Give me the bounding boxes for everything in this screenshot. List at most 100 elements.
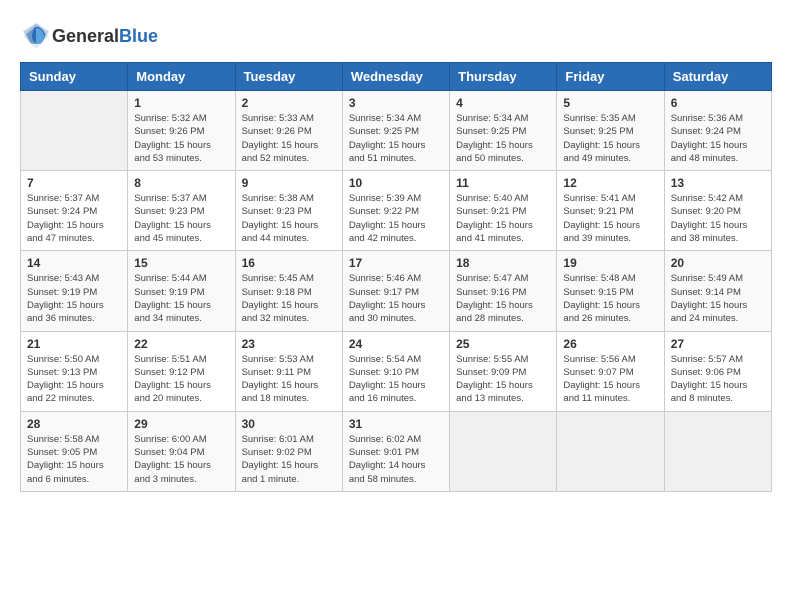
- day-number: 13: [671, 176, 765, 190]
- day-number: 2: [242, 96, 336, 110]
- calendar-cell: 25Sunrise: 5:55 AM Sunset: 9:09 PM Dayli…: [450, 331, 557, 411]
- calendar-cell: 9 Sunrise: 5:38 AM Sunset: 9:23 PM Daylig…: [235, 171, 342, 251]
- weekday-header-thursday: Thursday: [450, 63, 557, 91]
- weekday-header-wednesday: Wednesday: [342, 63, 449, 91]
- day-info: Sunrise: 5:51 AM Sunset: 9:12 PM Dayligh…: [134, 353, 228, 406]
- day-info: Sunrise: 5:39 AM Sunset: 9:22 PM Dayligh…: [349, 192, 443, 245]
- day-info: Sunrise: 5:53 AM Sunset: 9:11 PM Dayligh…: [242, 353, 336, 406]
- day-info: Sunrise: 5:44 AM Sunset: 9:19 PM Dayligh…: [134, 272, 228, 325]
- day-info: Sunrise: 5:49 AM Sunset: 9:14 PM Dayligh…: [671, 272, 765, 325]
- calendar-cell: 12 Sunrise: 5:41 AM Sunset: 9:21 PM Dayli…: [557, 171, 664, 251]
- calendar-cell: 4Sunrise: 5:34 AM Sunset: 9:25 PM Daylig…: [450, 91, 557, 171]
- calendar-cell: 11 Sunrise: 5:40 AM Sunset: 9:21 PM Dayli…: [450, 171, 557, 251]
- calendar-cell: 20 Sunrise: 5:49 AM Sunset: 9:14 PM Dayli…: [664, 251, 771, 331]
- day-info: Sunrise: 6:01 AM Sunset: 9:02 PM Dayligh…: [242, 433, 336, 486]
- day-number: 21: [27, 337, 121, 351]
- day-info: Sunrise: 5:33 AM Sunset: 9:26 PM Dayligh…: [242, 112, 336, 165]
- day-info: Sunrise: 5:48 AM Sunset: 9:15 PM Dayligh…: [563, 272, 657, 325]
- calendar-cell: 8 Sunrise: 5:37 AM Sunset: 9:23 PM Daylig…: [128, 171, 235, 251]
- calendar-cell: 5Sunrise: 5:35 AM Sunset: 9:25 PM Daylig…: [557, 91, 664, 171]
- day-number: 9: [242, 176, 336, 190]
- day-number: 31: [349, 417, 443, 431]
- calendar-cell: 6 Sunrise: 5:36 AM Sunset: 9:24 PM Daylig…: [664, 91, 771, 171]
- weekday-header-row: SundayMondayTuesdayWednesdayThursdayFrid…: [21, 63, 772, 91]
- weekday-header-sunday: Sunday: [21, 63, 128, 91]
- day-info: Sunrise: 6:00 AM Sunset: 9:04 PM Dayligh…: [134, 433, 228, 486]
- day-info: Sunrise: 5:42 AM Sunset: 9:20 PM Dayligh…: [671, 192, 765, 245]
- day-info: Sunrise: 5:55 AM Sunset: 9:09 PM Dayligh…: [456, 353, 550, 406]
- day-info: Sunrise: 5:50 AM Sunset: 9:13 PM Dayligh…: [27, 353, 121, 406]
- page-header: General Blue: [20, 20, 772, 52]
- calendar-cell: [557, 411, 664, 491]
- day-info: Sunrise: 5:37 AM Sunset: 9:23 PM Dayligh…: [134, 192, 228, 245]
- calendar-cell: 13 Sunrise: 5:42 AM Sunset: 9:20 PM Dayli…: [664, 171, 771, 251]
- day-number: 27: [671, 337, 765, 351]
- day-info: Sunrise: 5:56 AM Sunset: 9:07 PM Dayligh…: [563, 353, 657, 406]
- week-row-3: 14 Sunrise: 5:43 AM Sunset: 9:19 PM Dayli…: [21, 251, 772, 331]
- calendar-cell: 24 Sunrise: 5:54 AM Sunset: 9:10 PM Dayli…: [342, 331, 449, 411]
- day-info: Sunrise: 5:32 AM Sunset: 9:26 PM Dayligh…: [134, 112, 228, 165]
- day-number: 7: [27, 176, 121, 190]
- day-number: 11: [456, 176, 550, 190]
- day-info: Sunrise: 5:40 AM Sunset: 9:21 PM Dayligh…: [456, 192, 550, 245]
- day-number: 16: [242, 256, 336, 270]
- day-number: 15: [134, 256, 228, 270]
- calendar-cell: 30Sunrise: 6:01 AM Sunset: 9:02 PM Dayli…: [235, 411, 342, 491]
- logo-blue: Blue: [119, 26, 158, 47]
- calendar-cell: 2 Sunrise: 5:33 AM Sunset: 9:26 PM Daylig…: [235, 91, 342, 171]
- calendar-cell: 16 Sunrise: 5:45 AM Sunset: 9:18 PM Dayli…: [235, 251, 342, 331]
- calendar-cell: 18Sunrise: 5:47 AM Sunset: 9:16 PM Dayli…: [450, 251, 557, 331]
- day-number: 19: [563, 256, 657, 270]
- calendar-table: SundayMondayTuesdayWednesdayThursdayFrid…: [20, 62, 772, 492]
- weekday-header-friday: Friday: [557, 63, 664, 91]
- calendar-cell: [450, 411, 557, 491]
- week-row-4: 21 Sunrise: 5:50 AM Sunset: 9:13 PM Dayli…: [21, 331, 772, 411]
- weekday-header-monday: Monday: [128, 63, 235, 91]
- day-number: 24: [349, 337, 443, 351]
- day-number: 22: [134, 337, 228, 351]
- day-info: Sunrise: 5:34 AM Sunset: 9:25 PM Dayligh…: [349, 112, 443, 165]
- calendar-cell: [664, 411, 771, 491]
- day-info: Sunrise: 5:46 AM Sunset: 9:17 PM Dayligh…: [349, 272, 443, 325]
- calendar-cell: 14 Sunrise: 5:43 AM Sunset: 9:19 PM Dayli…: [21, 251, 128, 331]
- day-number: 10: [349, 176, 443, 190]
- day-number: 12: [563, 176, 657, 190]
- day-number: 20: [671, 256, 765, 270]
- calendar-cell: 28 Sunrise: 5:58 AM Sunset: 9:05 PM Dayli…: [21, 411, 128, 491]
- day-number: 28: [27, 417, 121, 431]
- day-number: 17: [349, 256, 443, 270]
- calendar-cell: 1 Sunrise: 5:32 AM Sunset: 9:26 PM Daylig…: [128, 91, 235, 171]
- day-number: 14: [27, 256, 121, 270]
- day-info: Sunrise: 5:47 AM Sunset: 9:16 PM Dayligh…: [456, 272, 550, 325]
- day-info: Sunrise: 5:34 AM Sunset: 9:25 PM Dayligh…: [456, 112, 550, 165]
- calendar-cell: 19 Sunrise: 5:48 AM Sunset: 9:15 PM Dayli…: [557, 251, 664, 331]
- day-info: Sunrise: 5:54 AM Sunset: 9:10 PM Dayligh…: [349, 353, 443, 406]
- day-info: Sunrise: 5:45 AM Sunset: 9:18 PM Dayligh…: [242, 272, 336, 325]
- logo-general: General: [52, 26, 119, 47]
- day-info: Sunrise: 6:02 AM Sunset: 9:01 PM Dayligh…: [349, 433, 443, 486]
- day-info: Sunrise: 5:57 AM Sunset: 9:06 PM Dayligh…: [671, 353, 765, 406]
- weekday-header-saturday: Saturday: [664, 63, 771, 91]
- day-info: Sunrise: 5:38 AM Sunset: 9:23 PM Dayligh…: [242, 192, 336, 245]
- day-number: 3: [349, 96, 443, 110]
- day-number: 23: [242, 337, 336, 351]
- calendar-cell: 21 Sunrise: 5:50 AM Sunset: 9:13 PM Dayli…: [21, 331, 128, 411]
- calendar-cell: [21, 91, 128, 171]
- calendar-cell: 31 Sunrise: 6:02 AM Sunset: 9:01 PM Dayli…: [342, 411, 449, 491]
- calendar-cell: 22 Sunrise: 5:51 AM Sunset: 9:12 PM Dayli…: [128, 331, 235, 411]
- day-info: Sunrise: 5:36 AM Sunset: 9:24 PM Dayligh…: [671, 112, 765, 165]
- calendar-cell: 17 Sunrise: 5:46 AM Sunset: 9:17 PM Dayli…: [342, 251, 449, 331]
- day-info: Sunrise: 5:43 AM Sunset: 9:19 PM Dayligh…: [27, 272, 121, 325]
- day-number: 26: [563, 337, 657, 351]
- day-info: Sunrise: 5:41 AM Sunset: 9:21 PM Dayligh…: [563, 192, 657, 245]
- calendar-cell: 27 Sunrise: 5:57 AM Sunset: 9:06 PM Dayli…: [664, 331, 771, 411]
- day-info: Sunrise: 5:37 AM Sunset: 9:24 PM Dayligh…: [27, 192, 121, 245]
- day-info: Sunrise: 5:58 AM Sunset: 9:05 PM Dayligh…: [27, 433, 121, 486]
- week-row-1: 1 Sunrise: 5:32 AM Sunset: 9:26 PM Daylig…: [21, 91, 772, 171]
- calendar-cell: 26 Sunrise: 5:56 AM Sunset: 9:07 PM Dayli…: [557, 331, 664, 411]
- week-row-5: 28 Sunrise: 5:58 AM Sunset: 9:05 PM Dayli…: [21, 411, 772, 491]
- day-number: 1: [134, 96, 228, 110]
- day-number: 8: [134, 176, 228, 190]
- calendar-cell: 3 Sunrise: 5:34 AM Sunset: 9:25 PM Daylig…: [342, 91, 449, 171]
- day-number: 6: [671, 96, 765, 110]
